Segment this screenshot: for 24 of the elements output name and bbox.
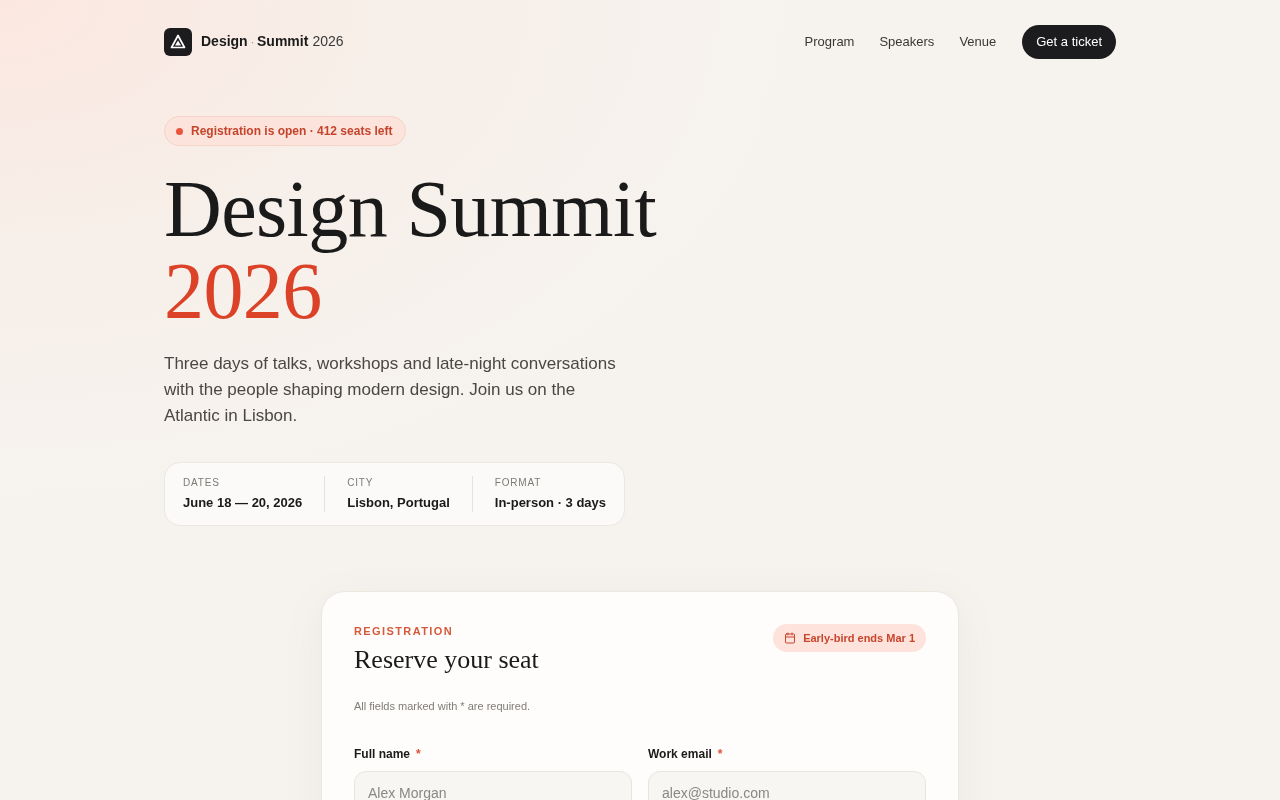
fact-value: June 18 — 20, 2026 (183, 494, 303, 512)
fact-value: Lisbon, Portugal (347, 494, 450, 512)
fact-label: CITY (347, 476, 375, 490)
get-ticket-button[interactable]: Get a ticket (1022, 25, 1116, 59)
hero-description: Three days of talks, workshops and late-night conversations with the people shaping modern design. Join us on the Atlantic in Lisbon. (164, 353, 617, 427)
required-note: All fields marked with * are required. (354, 699, 532, 714)
nav-link[interactable]: Venue (959, 33, 997, 51)
field-label: Work email (648, 746, 712, 762)
brand-name[interactable]: Design · Summit 2026 (201, 32, 344, 52)
fact-label: FORMAT (494, 476, 543, 490)
input-field[interactable]: alex@studio.com (648, 771, 926, 800)
calendar-icon (784, 632, 797, 644)
required-asterisk: * (416, 746, 421, 762)
early-bird-text: Early-bird ends Mar 1 (803, 631, 915, 645)
fact-value: In-person · 3 days (494, 494, 607, 512)
status-text: Registration is open · 412 seats left (191, 123, 393, 139)
field-label: Full name (354, 746, 410, 762)
nav-link[interactable]: Program (804, 33, 855, 51)
required-asterisk: * (717, 746, 723, 762)
section-eyebrow: REGISTRATION (354, 624, 455, 638)
fact-label: DATES (183, 476, 221, 490)
form-title: Reserve your seat (354, 645, 539, 675)
input-field[interactable]: Alex Morgan (354, 771, 632, 800)
nav-link[interactable]: Speakers (879, 33, 935, 51)
